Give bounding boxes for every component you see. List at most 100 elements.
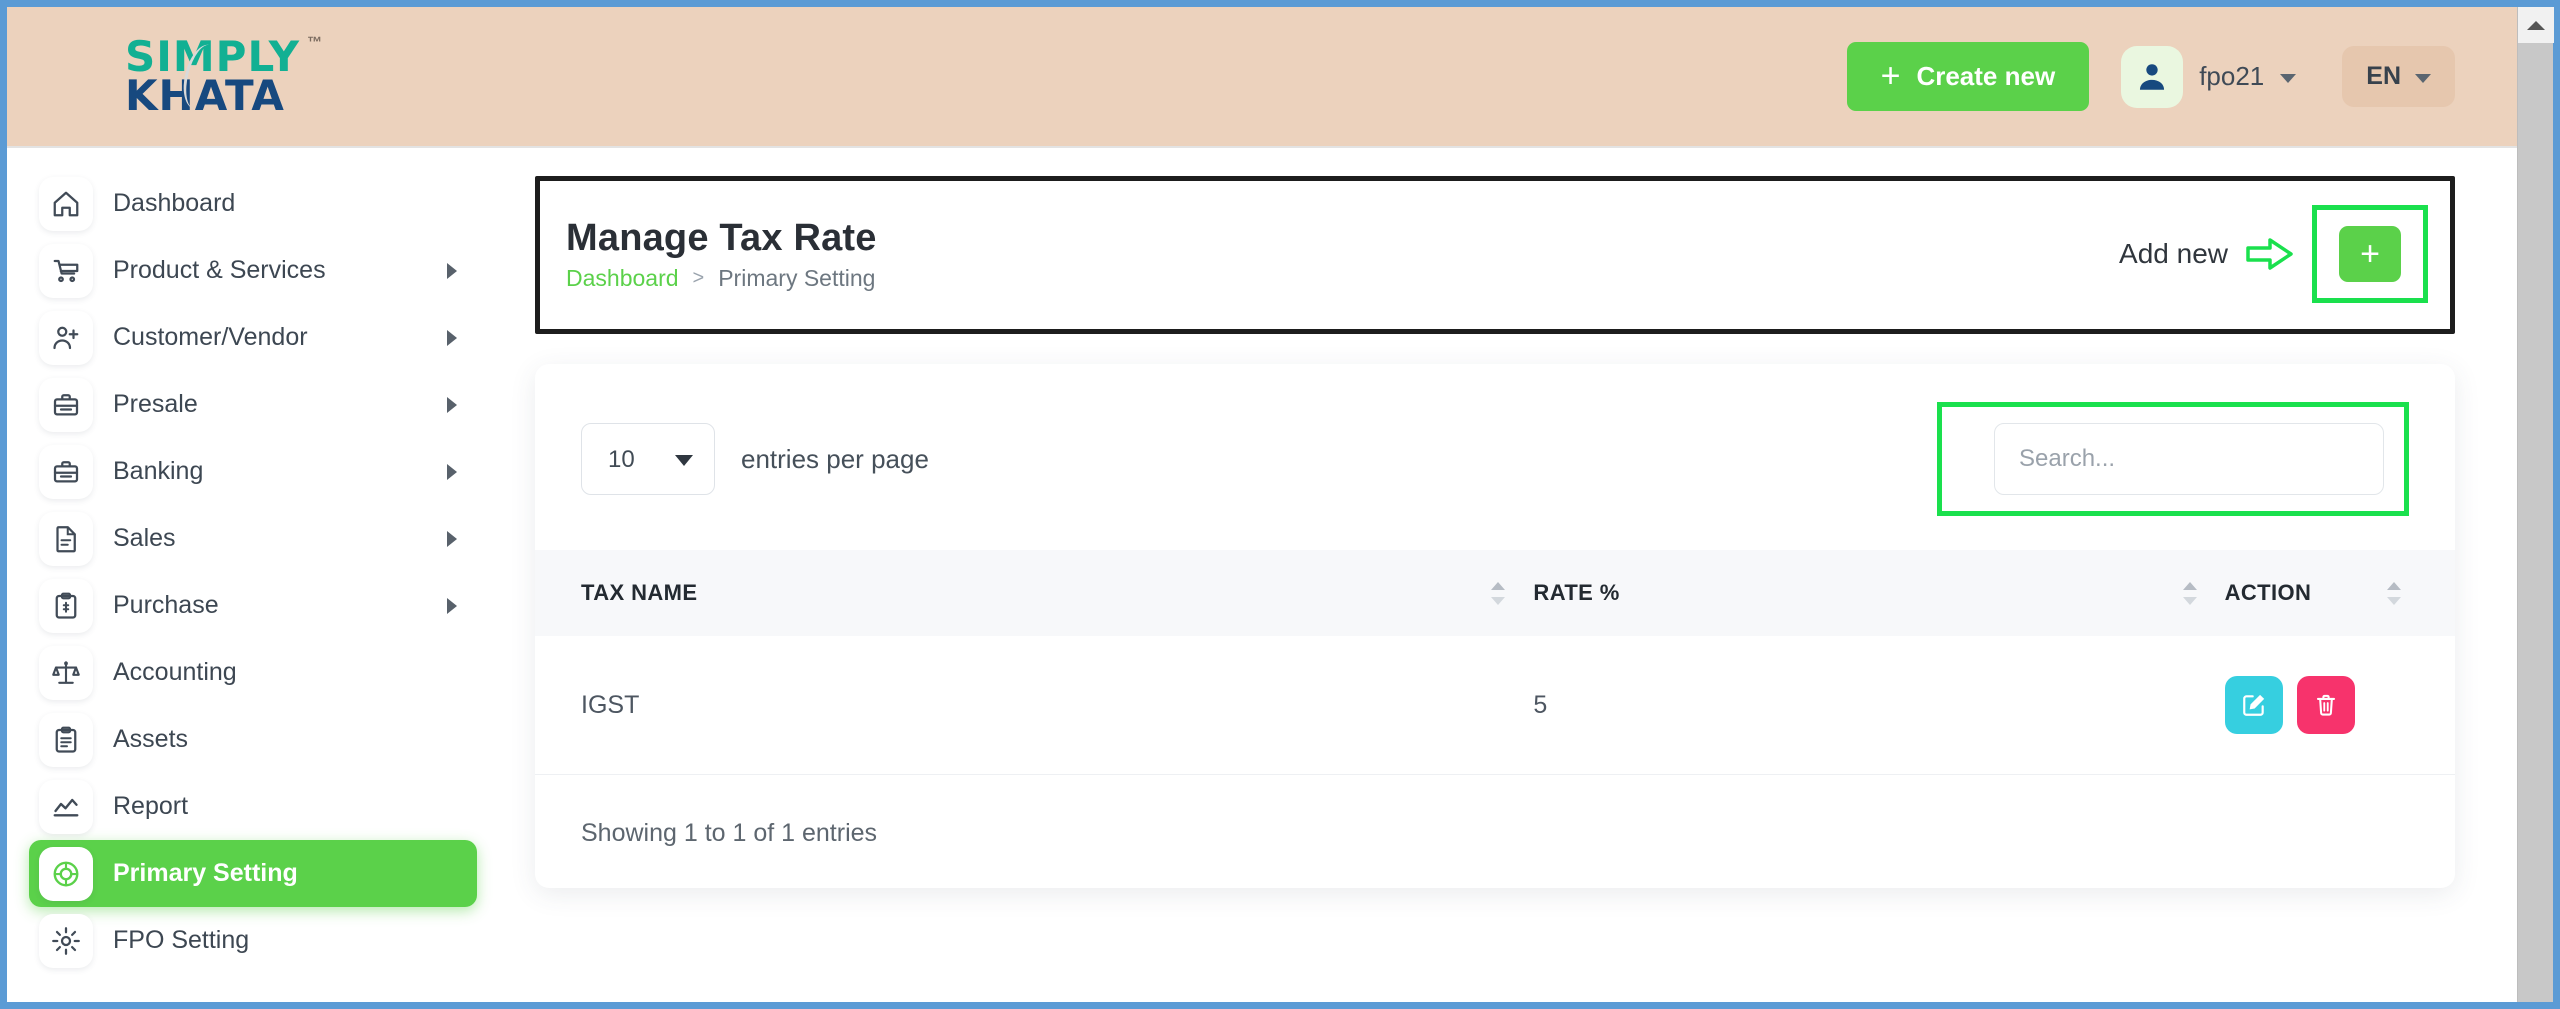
sidebar-item-accounting[interactable]: Accounting [29,639,477,706]
sidebar-item-banking[interactable]: Banking [29,438,477,505]
sort-desc-icon [2182,596,2197,605]
breadcrumb-dashboard-link[interactable]: Dashboard [566,265,679,292]
page-title: Manage Tax Rate [566,216,877,259]
sort-asc-icon [1491,581,1506,590]
table-toolbar: 102550100 entries per page [535,364,2455,550]
sidebar-item-primary-setting[interactable]: Primary Setting [29,840,477,907]
add-new-button[interactable]: + [2339,226,2401,282]
sidebar-item-label: Assets [113,725,189,753]
column-header-tax-name-label: TAX NAME [581,580,698,605]
column-header-action-label: ACTION [2224,580,2312,605]
chevron-right-icon [447,262,457,279]
sidebar-item-assets[interactable]: Assets [29,706,477,773]
table-row: IGST 5 [535,636,2455,775]
sidebar-navigation: Dashboard Product & Services Customer/Vend… [7,148,507,1002]
column-header-rate-label: RATE % [1533,580,1620,605]
cell-rate: 5 [1533,636,2225,775]
sidebar-item-purchase[interactable]: Purchase [29,572,477,639]
main-content: Manage Tax Rate Dashboard > Primary Sett… [507,148,2517,1002]
language-selector[interactable]: EN [2342,46,2455,107]
sidebar-item-label: FPO Setting [113,926,250,954]
vertical-scrollbar[interactable] [2517,7,2554,1002]
tax-rate-card: 102550100 entries per page [535,364,2455,888]
sidebar-item-presale[interactable]: Presale [29,371,477,438]
table-header-row: TAX NAME RATE % ACTION [535,550,2455,636]
edit-button[interactable] [2224,676,2283,734]
clipboard-icon [39,578,93,633]
row-action-group [2224,676,2409,734]
user-avatar-icon [2121,45,2184,108]
delete-button[interactable] [2296,676,2355,734]
breadcrumb-current: Primary Setting [718,265,876,292]
entries-per-page-select[interactable]: 102550100 [581,423,715,495]
chart-icon [39,779,93,834]
chevron-right-icon [447,530,457,547]
chevron-right-icon [447,329,457,346]
entries-per-page-control: 102550100 entries per page [581,423,929,495]
sidebar-item-product-services[interactable]: Product & Services [29,237,477,304]
page-header-text: Manage Tax Rate Dashboard > Primary Sett… [566,216,877,293]
document-icon [39,511,93,566]
sort-toggle-icon[interactable] [2182,581,2205,605]
sidebar-item-report[interactable]: Report [29,773,477,840]
sidebar-item-fpo-setting[interactable]: FPO Setting [29,907,477,974]
language-label: EN [2366,62,2401,90]
sort-desc-icon [1491,596,1506,605]
user-name-label: fpo21 [2199,61,2265,91]
chevron-right-icon [447,597,457,614]
column-header-tax-name[interactable]: TAX NAME [535,550,1533,636]
trash-icon [2316,694,2335,716]
browser-viewport: SIMPLY KHATA ™ + Create new fpo21 EN Das… [0,0,2560,1009]
sidebar-item-dashboard[interactable]: Dashboard [29,170,477,237]
plus-icon: + [1880,56,1901,95]
scales-icon [39,645,93,700]
gear-icon [39,913,93,968]
sidebar-item-label: Banking [113,457,204,485]
chevron-down-icon [2280,74,2297,83]
breadcrumb: Dashboard > Primary Setting [566,265,877,292]
sidebar-item-customer-vendor[interactable]: Customer/Vendor [29,304,477,371]
sort-toggle-icon[interactable] [2387,581,2409,605]
sidebar-item-label: Product & Services [113,256,326,284]
bank-icon [39,444,93,499]
arrow-right-annotation-icon [2246,238,2293,270]
settings-icon [39,846,93,901]
create-new-label: Create new [1916,61,2056,91]
scroll-up-button[interactable] [2518,7,2554,43]
brand-logo-line2: KHATA [125,70,285,120]
column-header-rate[interactable]: RATE % [1533,550,2224,636]
entries-select-wrap: 102550100 [581,423,715,495]
top-header-bar: SIMPLY KHATA ™ + Create new fpo21 EN [7,7,2517,148]
cell-actions [2224,636,2455,775]
brand-logo[interactable]: SIMPLY KHATA ™ [125,35,322,120]
chevron-up-icon [2527,20,2545,30]
breadcrumb-separator-icon: > [692,267,705,290]
search-input[interactable] [1994,423,2384,495]
assets-icon [39,712,93,767]
chevron-down-icon [2415,74,2431,83]
sort-desc-icon [2387,596,2401,605]
sidebar-item-label: Purchase [113,591,219,619]
page-body: Dashboard Product & Services Customer/Vend… [7,148,2517,1002]
add-button-highlight-box: + [2312,205,2428,303]
page-header: Manage Tax Rate Dashboard > Primary Sett… [540,181,2450,329]
user-menu[interactable]: fpo21 [2115,40,2316,114]
sort-toggle-icon[interactable] [1491,581,1513,605]
home-icon [39,176,93,231]
chevron-right-icon [447,463,457,480]
top-header-actions: + Create new fpo21 EN [1846,40,2517,114]
cart-icon [39,243,93,298]
sidebar-item-label: Presale [113,390,198,418]
tax-rate-table: TAX NAME RATE % ACTION IGST 5 [535,550,2455,775]
table-body: IGST 5 [535,636,2455,775]
table-footer-info: Showing 1 to 1 of 1 entries [581,819,878,847]
add-new-label: Add new [2119,238,2228,269]
briefcase-icon [39,377,93,432]
column-header-action[interactable]: ACTION [2225,550,2455,636]
sidebar-item-label: Primary Setting [113,859,298,887]
chevron-right-icon [447,396,457,413]
sidebar-item-sales[interactable]: Sales [29,505,477,572]
sidebar-item-label: Dashboard [113,189,236,217]
sidebar-item-label: Report [113,792,189,820]
create-new-button[interactable]: + Create new [1846,42,2090,111]
